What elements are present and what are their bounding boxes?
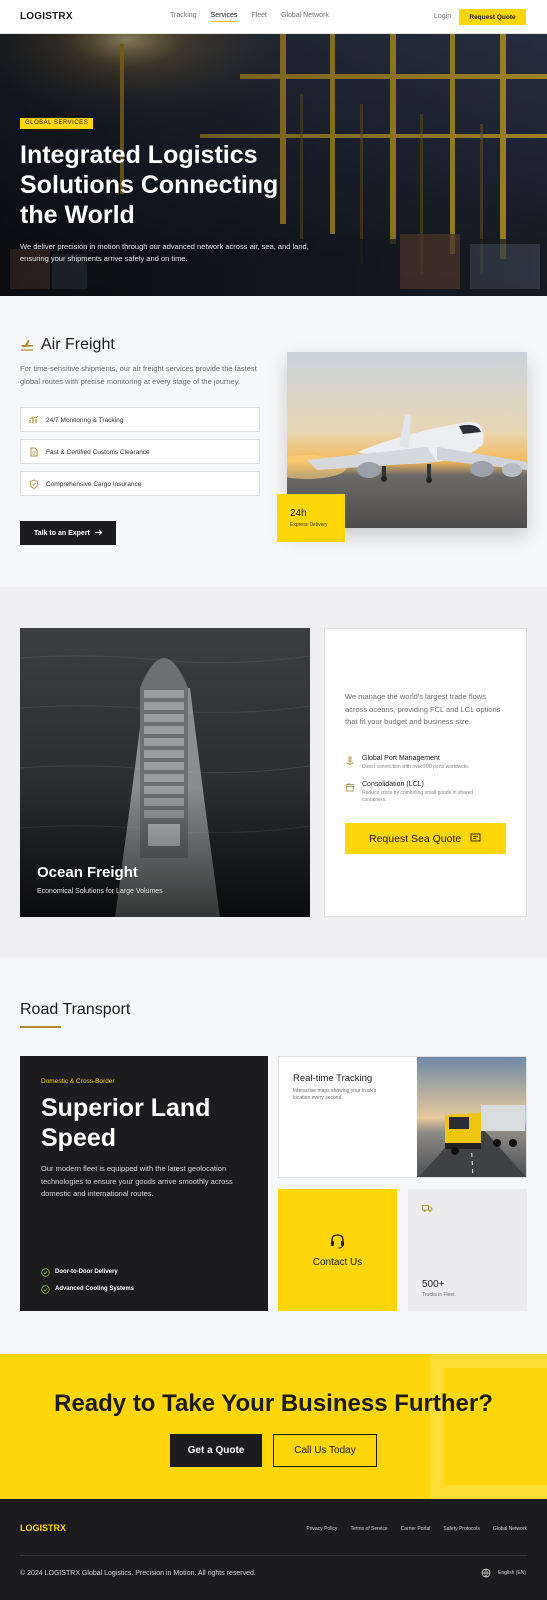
road-transport-section: Road Transport Domestic & Cross-Border S… <box>0 958 547 1354</box>
feature-label: Fast & Certified Customs Clearance <box>46 449 150 456</box>
hero-subtitle: We deliver precision in motion through o… <box>20 242 309 263</box>
hero-badge: GLOBAL SERVICES <box>20 118 94 129</box>
button-label: Talk to an Expert <box>34 529 90 537</box>
nav-link-fleet[interactable]: Fleet <box>251 12 267 22</box>
tracking-title: Real-time Tracking <box>293 1073 373 1084</box>
footer-link-carrier-portal[interactable]: Carrier Portal <box>401 1526 431 1532</box>
air-freight-title: Air Freight <box>41 336 115 353</box>
language-selector[interactable]: English (EN) <box>481 1568 527 1578</box>
feature-label: Door-to-Door Delivery <box>55 1269 118 1275</box>
globe-icon <box>481 1568 491 1578</box>
shield-icon <box>30 479 38 489</box>
fleet-stat-card: 500+ Trucks in Fleet <box>408 1189 527 1311</box>
arrow-right-icon <box>95 529 103 536</box>
ocean-freight-title: Ocean Freight <box>37 864 138 881</box>
footer: LOGISTRX Privacy Policy Terms of Service… <box>0 1499 547 1600</box>
fleet-count: 500+ <box>422 1279 445 1290</box>
land-tag: Domestic & Cross-Border <box>41 1078 115 1085</box>
top-nav: LOGISTRX Tracking Services Fleet Global … <box>0 0 547 34</box>
delivery-label: Express Delivery <box>290 522 328 528</box>
anchor-icon <box>346 756 354 765</box>
login-link[interactable]: Login <box>434 13 451 20</box>
footer-link-privacy[interactable]: Privacy Policy <box>306 1526 337 1532</box>
copyright-text: © 2024 LOGISTRX Global Logistics. Precis… <box>20 1570 256 1577</box>
feature-insurance: Comprehensive Cargo Insurance <box>20 471 260 496</box>
cta-section: Ready to Take Your Business Further? Get… <box>0 1354 547 1499</box>
check-circle-icon <box>41 1268 50 1277</box>
feature-label: Advanced Cooling Systems <box>55 1286 135 1292</box>
footer-link-safety[interactable]: Safety Protocols <box>443 1526 479 1532</box>
feature-monitoring: 24/7 Monitoring & Tracking <box>20 407 260 432</box>
talk-to-expert-button[interactable]: Talk to an Expert <box>20 521 116 545</box>
hero-title: Integrated Logistics Solutions Connectin… <box>20 141 279 229</box>
headset-icon <box>331 1234 344 1249</box>
road-transport-title: Road Transport <box>20 1001 131 1018</box>
item-title: Global Port Management <box>362 755 440 762</box>
realtime-tracking-card[interactable]: Real-time Tracking Interactive maps show… <box>278 1056 527 1178</box>
fleet-label: Trucks in Fleet <box>422 1292 455 1298</box>
item-description: Reduce costs by combining small goods in… <box>362 790 474 803</box>
ocean-freight-card: Ocean Freight Economical Solutions for L… <box>20 628 310 917</box>
land-headline: Superior Land Speed <box>41 1094 211 1152</box>
footer-divider <box>20 1555 527 1556</box>
feature-customs: Fast & Certified Customs Clearance <box>20 439 260 464</box>
truck-icon <box>422 1205 433 1212</box>
footer-link-terms[interactable]: Terms of Service <box>350 1526 387 1532</box>
ocean-freight-section: Ocean Freight Economical Solutions for L… <box>0 587 547 958</box>
button-label: Request Sea Quote <box>369 832 462 845</box>
tracking-description: Interactive maps showing your truck's lo… <box>293 1088 377 1101</box>
contact-label: Contact Us <box>312 1257 363 1268</box>
message-icon <box>470 833 481 842</box>
sea-info-card: We manage the world's largest trade flow… <box>324 628 527 917</box>
nav-link-global-network[interactable]: Global Network <box>281 12 329 22</box>
request-sea-quote-button[interactable]: Request Sea Quote <box>345 823 506 854</box>
delivery-time: 24h <box>290 508 307 519</box>
item-description: Direct connection with over 500 ports wo… <box>362 764 470 770</box>
item-title: Consolidation (LCL) <box>362 781 424 788</box>
decorative-frame <box>430 1354 547 1499</box>
land-speed-card: Domestic & Cross-Border Superior Land Sp… <box>20 1056 268 1311</box>
footer-links: Privacy Policy Terms of Service Carrier … <box>306 1526 527 1532</box>
footer-link-global-network[interactable]: Global Network <box>493 1526 527 1532</box>
feature-label: Comprehensive Cargo Insurance <box>46 481 142 488</box>
ocean-freight-subtitle: Economical Solutions for Large Volumes <box>37 888 163 895</box>
hero-section: GLOBAL SERVICES Integrated Logistics Sol… <box>0 34 547 296</box>
ocean-description: We manage the world's largest trade flow… <box>345 692 501 726</box>
title-underline <box>20 1026 61 1028</box>
land-description: Our modern fleet is equipped with the la… <box>41 1164 233 1198</box>
footer-brand[interactable]: LOGISTRX <box>20 1523 66 1533</box>
nav-link-services[interactable]: Services <box>210 12 238 22</box>
air-freight-description: For time-sensitive shipments, our air fr… <box>20 364 257 386</box>
cta-title: Ready to Take Your Business Further? <box>54 1390 493 1417</box>
chart-icon <box>29 415 39 423</box>
document-icon <box>30 447 38 457</box>
box-icon <box>346 783 354 792</box>
check-circle-icon <box>41 1285 50 1294</box>
nav-link-tracking[interactable]: Tracking <box>170 12 197 22</box>
nav-links: Tracking Services Fleet Global Network <box>170 12 329 22</box>
get-a-quote-button[interactable]: Get a Quote <box>170 1434 262 1467</box>
contact-us-card[interactable]: Contact Us <box>278 1189 397 1311</box>
call-us-button[interactable]: Call Us Today <box>273 1434 377 1467</box>
feature-label: 24/7 Monitoring & Tracking <box>46 417 124 424</box>
air-freight-section: Air Freight For time-sensitive shipments… <box>0 296 547 587</box>
airplane-icon <box>21 340 34 351</box>
express-delivery-badge: 24h Express Delivery <box>277 494 345 542</box>
language-label: English (EN) <box>498 1570 527 1576</box>
truck-image <box>417 1057 526 1177</box>
request-quote-button[interactable]: Request Quote <box>459 9 526 25</box>
brand-logo[interactable]: LOGISTRX <box>20 11 73 22</box>
